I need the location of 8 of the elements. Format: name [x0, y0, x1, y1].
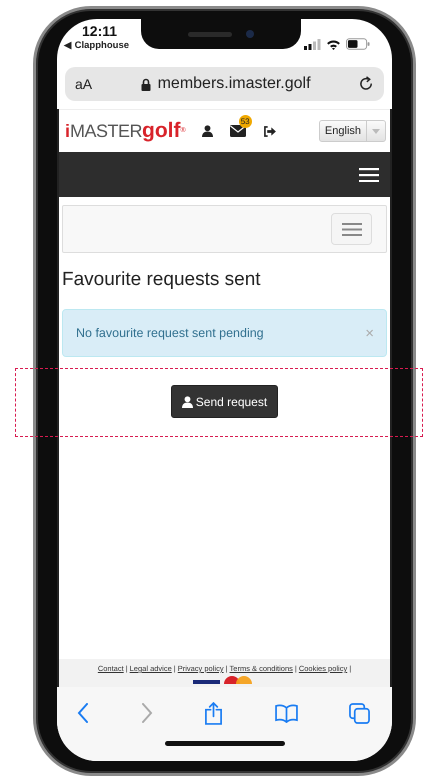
language-select[interactable]: English: [318, 120, 386, 142]
status-time: 12:11: [82, 23, 118, 39]
address-bar[interactable]: aA members.imaster.golf: [65, 67, 384, 101]
unread-count-badge: 53: [238, 115, 252, 128]
page-title: Favourite requests sent: [62, 269, 262, 291]
send-request-button[interactable]: Send request: [170, 385, 278, 418]
back-to-app-link[interactable]: ◀ Clapphouse: [64, 39, 130, 53]
alert-message: No favourite request sent pending: [76, 326, 264, 340]
